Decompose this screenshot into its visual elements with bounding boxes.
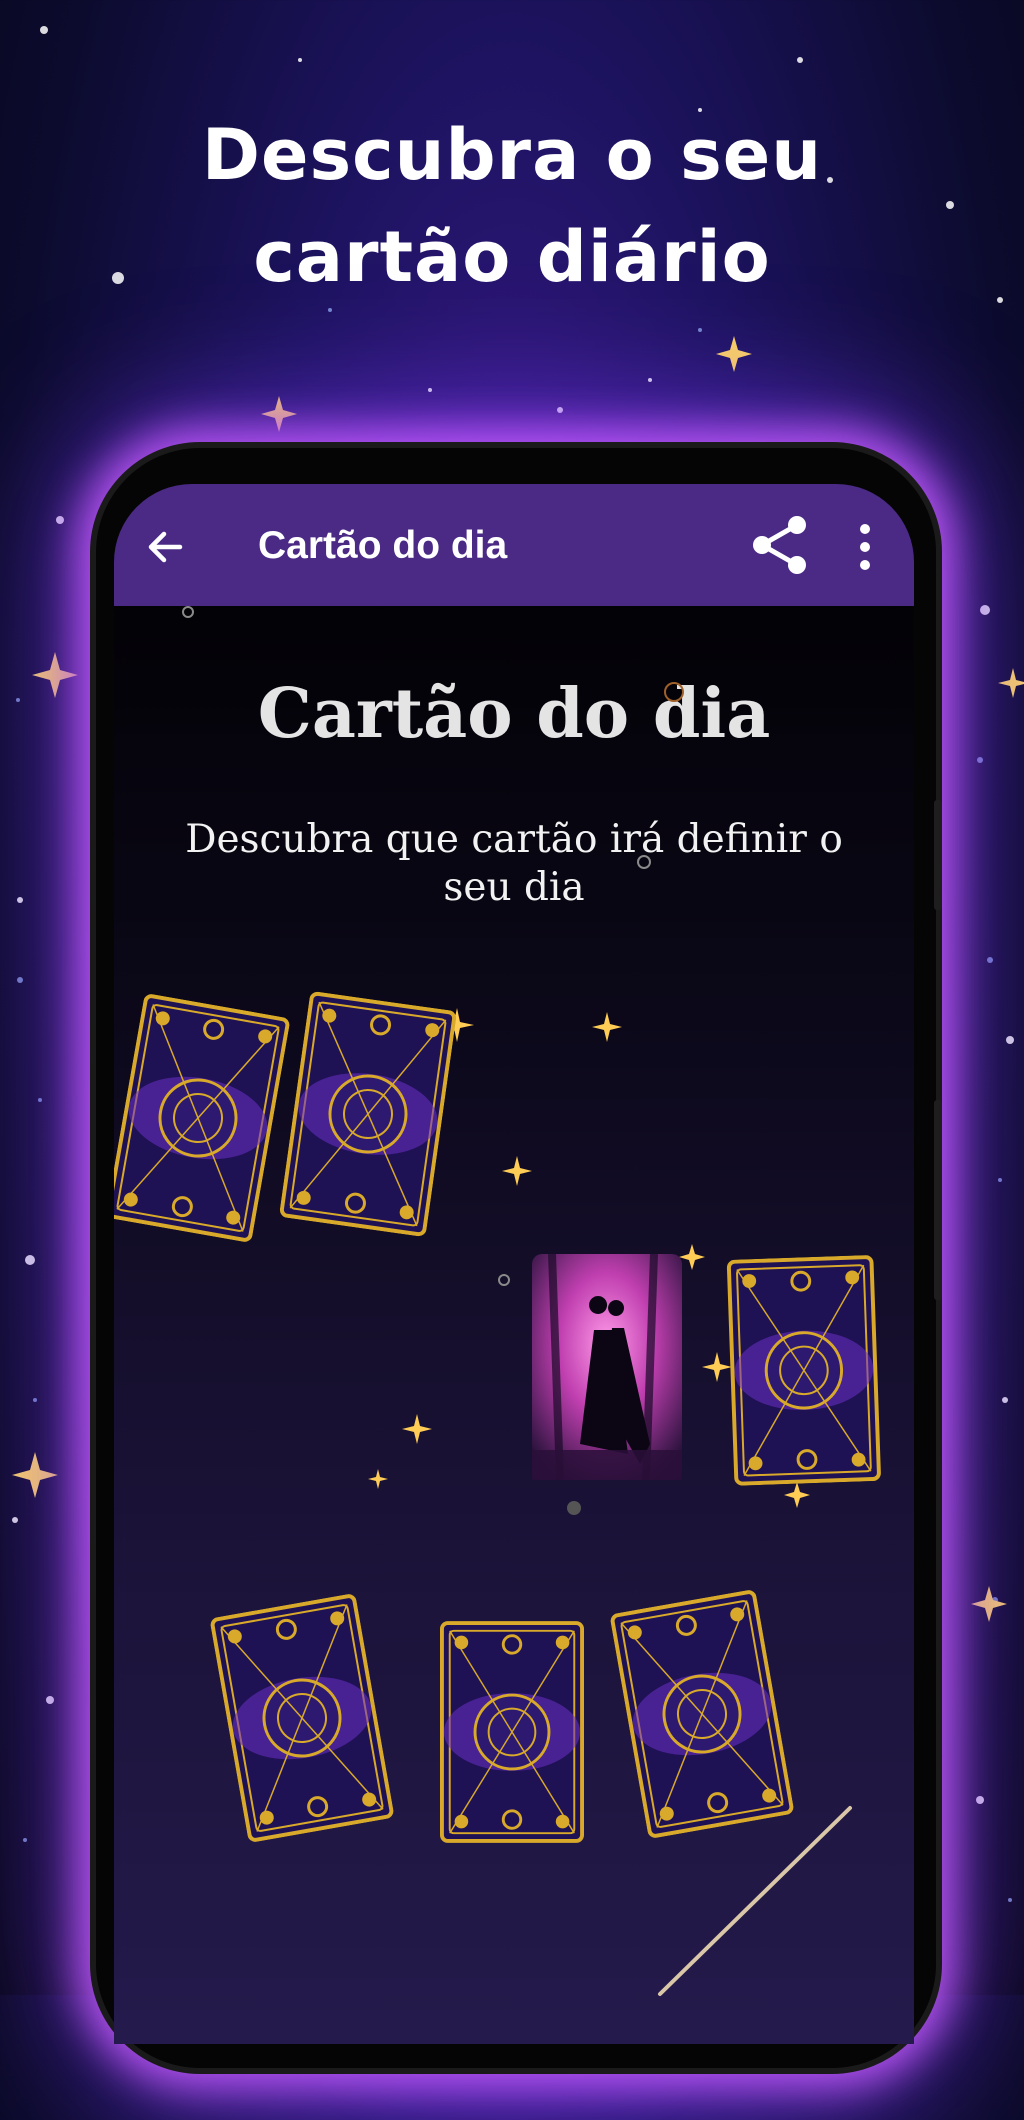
- tarot-card-back[interactable]: [440, 1618, 584, 1846]
- app-bar: Cartão do dia: [114, 484, 914, 606]
- overflow-menu-button[interactable]: [850, 520, 880, 574]
- tarot-card-back[interactable]: [114, 993, 291, 1243]
- magic-wand-icon: [658, 1806, 852, 1996]
- tarot-card-back[interactable]: [726, 1255, 882, 1486]
- app-screen: Cartão do dia Cartão do dia Descubra que…: [114, 484, 914, 2044]
- app-bar-title: Cartão do dia: [258, 524, 508, 567]
- tarot-card-back[interactable]: [209, 1593, 394, 1843]
- tarot-card-back[interactable]: [279, 991, 457, 1237]
- card-back-moon-icon: [279, 991, 457, 1237]
- share-icon: [753, 516, 806, 574]
- couple-silhouette-icon: [532, 1254, 682, 1480]
- card-back-moon-icon: [114, 994, 290, 1242]
- promo-headline-line2: cartão diário: [253, 216, 771, 298]
- promo-headline: Descubra o seu cartão diário: [0, 104, 1024, 308]
- promo-headline-line1: Descubra o seu: [201, 114, 823, 196]
- back-button[interactable]: [140, 522, 190, 572]
- arrow-left-icon: [148, 531, 183, 563]
- card-back-moon-icon: [210, 1594, 394, 1842]
- phone-side-button: [934, 1100, 942, 1300]
- card-back-moon-icon: [726, 1255, 881, 1486]
- more-vert-icon: [860, 524, 870, 570]
- page-subtitle: Descubra que cartão irá definir o seu di…: [185, 817, 843, 910]
- tarot-card-revealed[interactable]: [532, 1254, 682, 1480]
- page-heading: Cartão do dia: [257, 674, 771, 754]
- phone-side-button: [934, 800, 942, 910]
- share-button[interactable]: [748, 512, 814, 578]
- card-back-moon-icon: [440, 1621, 584, 1843]
